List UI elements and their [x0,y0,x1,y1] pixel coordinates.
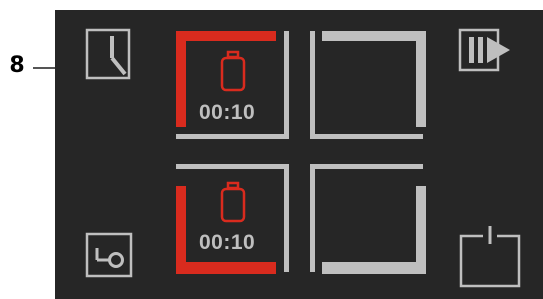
clock-icon [85,28,131,80]
lock-button[interactable] [85,232,133,278]
battery-icon [220,50,246,92]
battery-icon [220,181,246,223]
zone-bottom-right[interactable] [306,162,432,277]
zone-top-right[interactable] [306,27,432,142]
zone-bottom-right-frame [310,164,426,274]
pause-play-icon [458,28,510,72]
timer-button[interactable] [85,28,131,80]
zone-timer: 00:10 [199,231,256,254]
play-pause-button[interactable] [458,28,514,72]
control-panel-display: 00:10 00:10 [55,10,543,299]
power-button[interactable] [458,224,522,288]
callout-number: 8 [9,53,25,78]
zone-top-right-frame [310,31,426,139]
power-icon [459,226,521,288]
zone-timer: 00:10 [199,101,256,124]
key-lock-icon [85,232,133,278]
zone-top-left[interactable]: 00:10 [172,27,298,142]
zone-bottom-left[interactable]: 00:10 [172,162,298,277]
